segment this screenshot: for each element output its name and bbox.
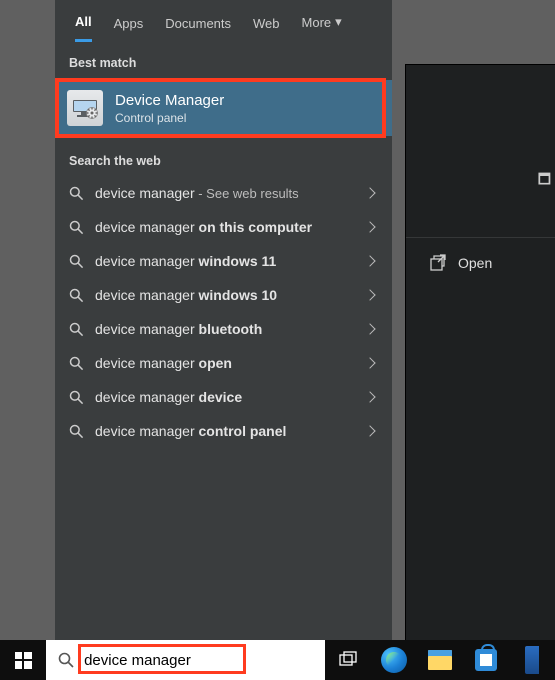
- web-result-left: device manager control panel: [69, 423, 286, 439]
- web-result-text: device manager control panel: [95, 423, 286, 439]
- search-icon: [69, 220, 84, 235]
- web-result-left: device manager - See web results: [69, 185, 299, 201]
- task-view-button[interactable]: [325, 640, 371, 680]
- search-icon: [69, 186, 84, 201]
- file-explorer-button[interactable]: [417, 640, 463, 680]
- windows-logo-icon: [15, 652, 32, 669]
- search-tabs: All Apps Documents Web More▾: [55, 0, 392, 42]
- edge-browser-button[interactable]: [371, 640, 417, 680]
- web-result-item[interactable]: device manager control panel: [55, 414, 392, 448]
- web-result-text: device manager windows 10: [95, 287, 277, 303]
- chevron-down-icon: ▾: [335, 14, 342, 30]
- preview-panel: 🗖 Open: [405, 64, 555, 656]
- web-result-item[interactable]: device manager open: [55, 346, 392, 380]
- taskbar-search-box[interactable]: device manager: [46, 640, 324, 680]
- web-result-left: device manager windows 11: [69, 253, 276, 269]
- best-match-header: Best match: [55, 42, 392, 78]
- chevron-right-icon: [364, 255, 375, 266]
- web-result-item[interactable]: device manager - See web results: [55, 176, 392, 210]
- chevron-right-icon: [364, 289, 375, 300]
- preview-corner-icon: 🗖: [538, 169, 551, 193]
- best-match-subtitle: Control panel: [115, 111, 224, 125]
- web-result-left: device manager on this computer: [69, 219, 312, 235]
- tab-all[interactable]: All: [75, 10, 92, 42]
- chevron-right-icon: [364, 425, 375, 436]
- best-match-text: Device Manager Control panel: [115, 92, 224, 125]
- search-icon: [58, 652, 74, 668]
- web-result-item[interactable]: device manager bluetooth: [55, 312, 392, 346]
- web-result-item[interactable]: device manager on this computer: [55, 210, 392, 244]
- best-match-result[interactable]: Device Manager Control panel: [55, 80, 392, 136]
- search-results-panel: All Apps Documents Web More▾ Best match …: [55, 0, 392, 656]
- preview-header: 🗖: [406, 65, 555, 238]
- taskbar-app-button[interactable]: [509, 640, 555, 680]
- tab-apps[interactable]: Apps: [114, 12, 144, 41]
- chevron-right-icon: [364, 323, 375, 334]
- web-result-text: device manager windows 11: [95, 253, 276, 269]
- search-icon: [69, 322, 84, 337]
- search-icon: [69, 288, 84, 303]
- edge-icon: [381, 647, 407, 673]
- web-result-text: device manager on this computer: [95, 219, 312, 235]
- web-result-text: device manager bluetooth: [95, 321, 262, 337]
- chevron-right-icon: [364, 221, 375, 232]
- web-result-text: device manager device: [95, 389, 242, 405]
- chevron-right-icon: [364, 187, 375, 198]
- preview-action-open[interactable]: Open: [406, 238, 555, 288]
- chevron-right-icon: [364, 357, 375, 368]
- tab-web[interactable]: Web: [253, 12, 280, 41]
- store-icon: [475, 649, 497, 671]
- search-web-header: Search the web: [55, 140, 392, 176]
- web-result-text: device manager open: [95, 355, 232, 371]
- best-match-title: Device Manager: [115, 92, 224, 109]
- search-input-text: device manager: [84, 652, 244, 669]
- folder-icon: [428, 650, 452, 670]
- search-icon: [69, 390, 84, 405]
- web-result-item[interactable]: device manager device: [55, 380, 392, 414]
- start-button[interactable]: [0, 640, 46, 680]
- web-result-left: device manager open: [69, 355, 232, 371]
- open-icon: [428, 254, 446, 272]
- web-result-item[interactable]: device manager windows 11: [55, 244, 392, 278]
- taskbar: device manager: [0, 640, 555, 680]
- text-cursor: [244, 651, 245, 669]
- tab-documents[interactable]: Documents: [165, 12, 231, 41]
- chevron-right-icon: [364, 391, 375, 402]
- web-result-left: device manager device: [69, 389, 242, 405]
- web-result-left: device manager windows 10: [69, 287, 277, 303]
- web-results-list: device manager - See web results device m…: [55, 176, 392, 448]
- web-result-text: device manager - See web results: [95, 185, 299, 201]
- web-result-left: device manager bluetooth: [69, 321, 262, 337]
- open-label: Open: [458, 255, 492, 271]
- web-result-item[interactable]: device manager windows 10: [55, 278, 392, 312]
- tab-more[interactable]: More▾: [302, 11, 342, 41]
- app-icon: [525, 646, 539, 674]
- search-icon: [69, 356, 84, 371]
- search-icon: [69, 254, 84, 269]
- microsoft-store-button[interactable]: [463, 640, 509, 680]
- device-manager-icon: [67, 90, 103, 126]
- search-icon: [69, 424, 84, 439]
